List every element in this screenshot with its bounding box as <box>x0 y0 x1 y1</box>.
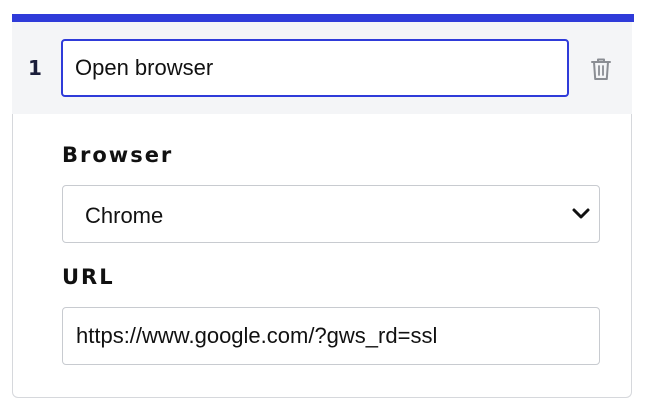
trash-icon[interactable] <box>589 56 613 82</box>
browser-select[interactable]: Chrome <box>62 185 600 243</box>
browser-select-value: Chrome <box>85 203 164 228</box>
url-input[interactable] <box>62 307 600 365</box>
browser-label: Browser <box>62 143 174 167</box>
step-number: 1 <box>28 56 42 80</box>
step-accent-bar <box>12 14 634 22</box>
step-name-input[interactable] <box>61 39 569 97</box>
url-label: URL <box>62 265 115 289</box>
step-header: 1 <box>12 22 632 114</box>
chevron-down-icon <box>572 208 590 219</box>
